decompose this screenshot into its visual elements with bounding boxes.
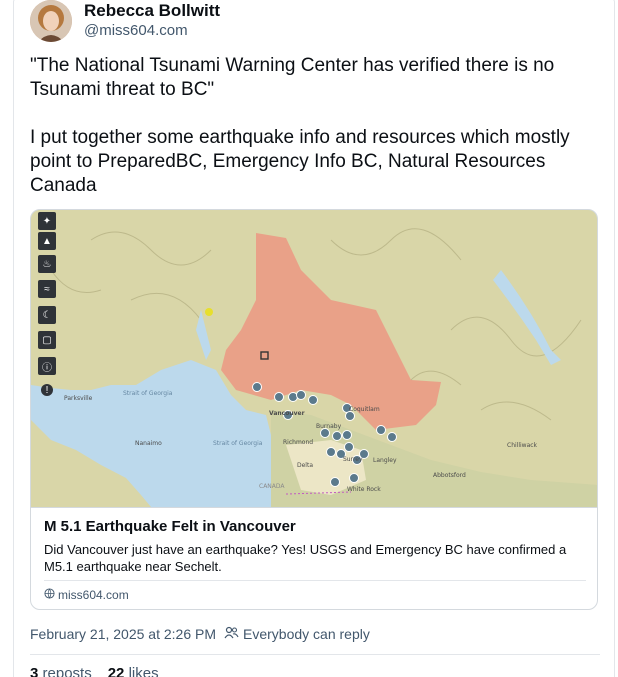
post-stats: 3 reposts 22 likes [30, 665, 159, 677]
post-body: "The National Tsunami Warning Center has… [30, 54, 600, 222]
reposts-label: reposts [42, 665, 92, 677]
info-tool-icon[interactable]: ⓘ [38, 357, 56, 375]
map-label: Vancouver [269, 410, 305, 417]
divider [44, 580, 586, 581]
map-tool-icon[interactable]: ▲ [38, 232, 56, 250]
map-tool-icon[interactable]: ✦ [38, 212, 56, 230]
map-label: CANADA [259, 483, 285, 490]
select-area-icon[interactable]: ▢ [38, 331, 56, 349]
map-label: Coquitlam [349, 406, 380, 413]
post-timestamp[interactable]: February 21, 2025 at 2:26 PM [30, 626, 216, 642]
post-paragraph: I put together some earthquake info and … [30, 127, 570, 196]
divider [31, 507, 597, 508]
map-label: Strait of Georgia [213, 440, 263, 447]
map-label: Parksville [64, 395, 93, 402]
link-card-domain[interactable]: miss604.com [44, 588, 129, 602]
globe-icon [44, 588, 55, 602]
people-icon [224, 626, 239, 642]
map-label: Chilliwack [507, 442, 538, 449]
map-label: Langley [373, 457, 397, 464]
moon-icon[interactable]: ☾ [38, 306, 56, 324]
author-name[interactable]: Rebecca Bollwitt [84, 1, 220, 21]
map-label: Richmond [283, 439, 314, 446]
map-label: Burnaby [316, 423, 342, 430]
map-label: Abbotsford [433, 472, 466, 479]
map-label: Nanaimo [135, 440, 162, 447]
likes-stat[interactable]: 22 likes [108, 665, 159, 677]
link-card-domain-text: miss604.com [58, 588, 129, 602]
map-label: Surrey [343, 456, 363, 463]
likes-count: 22 [107, 665, 125, 677]
author-handle[interactable]: @miss604.com [84, 22, 188, 39]
map-label: Delta [297, 462, 314, 469]
link-card-description: Did Vancouver just have an earthquake? Y… [44, 542, 567, 574]
likes-label: likes [128, 665, 159, 677]
map-label: White Rock [347, 486, 381, 493]
divider [30, 654, 600, 655]
reply-setting-label: Everybody can reply [243, 626, 370, 642]
link-card[interactable]: ✦ ▲ ♨ ≈ ☾ ▢ ⓘ ! Parksville Strait of Geo… [30, 209, 598, 610]
flood-icon[interactable]: ≈ [38, 280, 56, 298]
fire-icon[interactable]: ♨ [38, 255, 56, 273]
alert-icon[interactable]: ! [41, 384, 53, 396]
link-card-title[interactable]: M 5.1 Earthquake Felt in Vancouver [44, 518, 296, 535]
reposts-stat[interactable]: 3 reposts [30, 665, 92, 677]
map-image: ✦ ▲ ♨ ≈ ☾ ▢ ⓘ ! Parksville Strait of Geo… [31, 210, 597, 507]
map-label: Strait of Georgia [123, 390, 173, 397]
avatar[interactable] [30, 0, 72, 42]
reply-setting: Everybody can reply [224, 626, 370, 642]
post-paragraph: "The National Tsunami Warning Center has… [30, 55, 555, 100]
post-meta: February 21, 2025 at 2:26 PM Everybody c… [30, 626, 370, 642]
reposts-count: 3 [30, 665, 39, 677]
